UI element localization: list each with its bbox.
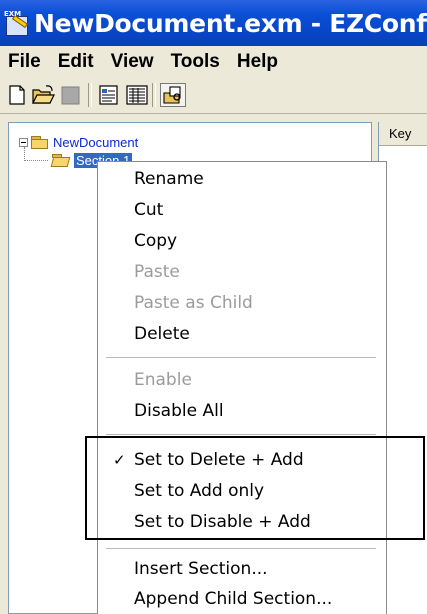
- collapse-icon[interactable]: [19, 137, 28, 147]
- new-document-icon[interactable]: [4, 83, 30, 107]
- tree-node-label[interactable]: NewDocument: [53, 135, 138, 150]
- open-folder-icon: [50, 153, 71, 167]
- menu-file[interactable]: File: [0, 51, 50, 73]
- menu-item-paste-as-child[interactable]: Paste as Child: [98, 288, 386, 318]
- save-icon[interactable]: [58, 83, 84, 107]
- menu-separator: [106, 434, 376, 435]
- menu-item-paste[interactable]: Paste: [98, 257, 386, 287]
- menu-item-rename[interactable]: Rename: [98, 164, 386, 194]
- menu-item-label: Paste: [134, 262, 180, 282]
- menu-item-append-child-section[interactable]: Append Child Section...: [98, 584, 386, 614]
- highlight-box: [85, 436, 425, 540]
- menu-item-copy[interactable]: Copy: [98, 226, 386, 256]
- menu-item-label: Rename: [134, 169, 204, 189]
- menu-item-label: Cut: [134, 200, 164, 220]
- menu-item-delete[interactable]: Delete: [98, 319, 386, 349]
- menu-item-cut[interactable]: Cut: [98, 195, 386, 225]
- folder-icon: [31, 135, 49, 149]
- title-bar[interactable]: EXM NewDocument.exm - EZConfig: [0, 0, 427, 46]
- menu-separator: [106, 357, 376, 358]
- menu-item-disable-all[interactable]: Disable All: [98, 396, 386, 426]
- column-header-key[interactable]: Key: [379, 122, 427, 146]
- menu-item-label: Delete: [134, 324, 190, 344]
- app-icon-tag: EXM: [4, 10, 22, 18]
- window-title: NewDocument.exm - EZConfig: [34, 8, 427, 38]
- menu-item-label: Disable All: [134, 401, 224, 421]
- menu-bar: File Edit View Tools Help: [0, 46, 427, 77]
- context-menu: Rename Cut Copy Paste Paste as Child Del…: [97, 161, 387, 614]
- menu-item-label: Enable: [134, 370, 192, 390]
- menu-tools[interactable]: Tools: [163, 51, 229, 73]
- menu-item-insert-section[interactable]: Insert Section...: [98, 554, 386, 584]
- menu-view[interactable]: View: [103, 51, 163, 73]
- menu-edit[interactable]: Edit: [50, 51, 103, 73]
- menu-item-enable[interactable]: Enable: [98, 365, 386, 395]
- properties-icon[interactable]: [96, 83, 122, 107]
- menu-separator: [106, 548, 376, 549]
- menu-help[interactable]: Help: [229, 51, 287, 73]
- menu-item-label: Insert Section...: [134, 559, 268, 579]
- menu-item-label: Paste as Child: [134, 293, 253, 313]
- toolbar: [0, 77, 427, 114]
- preview-icon[interactable]: [160, 83, 186, 107]
- tree-node-root[interactable]: NewDocument: [19, 133, 138, 151]
- menu-item-label: Append Child Section...: [134, 589, 333, 609]
- open-folder-icon[interactable]: [30, 83, 56, 107]
- app-icon[interactable]: EXM: [4, 10, 30, 36]
- grid-view-icon[interactable]: [124, 83, 150, 107]
- menu-item-label: Copy: [134, 231, 178, 251]
